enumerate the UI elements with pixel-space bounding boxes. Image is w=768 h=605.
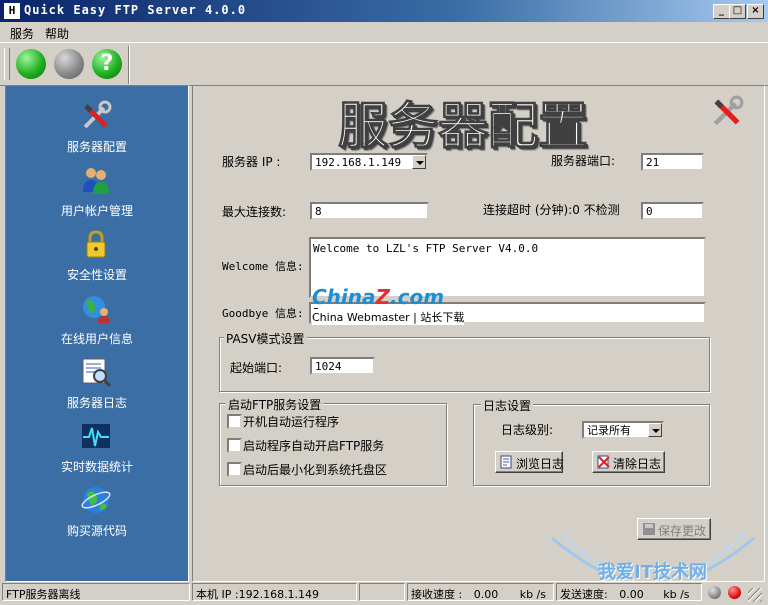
- tools-icon: [713, 95, 744, 126]
- startup-group-title: 启动FTP服务设置: [226, 396, 324, 413]
- start-port-label: 起始端口:: [230, 361, 283, 375]
- globe-users-icon: [83, 296, 110, 323]
- max-connections-label: 最大连接数:: [222, 205, 287, 219]
- sidebar: 服务器配置 用户帐户管理 安全性设置 在线用户信息 服务器日志 实时数据统计 购…: [5, 85, 189, 582]
- autorun-checkbox[interactable]: [227, 414, 242, 429]
- page-title: 服务器配置: [338, 96, 589, 156]
- lock-icon: [86, 230, 106, 258]
- sidebar-item-label: 安全性设置: [66, 268, 127, 282]
- receive-speed-unit: kb /s: [519, 588, 546, 601]
- chinaz-subtitle: China Webmaster | 站长下载: [312, 309, 465, 325]
- clear-log-icon: [597, 455, 610, 469]
- sidebar-item-label: 在线用户信息: [60, 332, 133, 346]
- tools-icon: [83, 100, 112, 129]
- sidebar-item-user-accounts[interactable]: 用户帐户管理: [6, 164, 188, 222]
- server-port-label: 服务器端口:: [551, 154, 616, 168]
- receive-speed-panel: 接收速度 : 0.00 kb /s: [407, 583, 554, 601]
- timeout-input[interactable]: 0: [641, 202, 704, 220]
- server-port-input[interactable]: 21: [641, 153, 704, 171]
- browse-log-button[interactable]: 浏览日志: [495, 451, 564, 473]
- log-search-icon: [82, 358, 112, 388]
- sidebar-item-buy-source[interactable]: 购买源代码: [6, 484, 188, 542]
- stop-server-button[interactable]: [54, 49, 84, 79]
- site-watermark: 我爱IT技术网: [598, 562, 707, 583]
- send-speed-label: 发送速度:: [560, 588, 608, 601]
- server-ip-combo[interactable]: 192.168.1.149: [310, 153, 428, 171]
- max-connections-input[interactable]: 8: [310, 202, 429, 220]
- sidebar-item-label: 购买源代码: [66, 524, 127, 538]
- chevron-down-icon[interactable]: [648, 423, 662, 437]
- send-speed-value: 0.00: [619, 588, 644, 601]
- log-group-title: 日志设置: [481, 397, 534, 414]
- server-ip-value: 192.168.1.149: [315, 156, 402, 169]
- receive-speed-value: 0.00: [473, 588, 499, 601]
- receive-speed-label: 接收速度 :: [411, 588, 463, 601]
- status-light-red-icon: [728, 586, 741, 599]
- status-bar: FTP服务器离线 本机 IP :192.168.1.149 接收速度 : 0.0…: [0, 582, 768, 605]
- app-icon: H: [4, 3, 20, 19]
- toolbar: ?: [0, 42, 768, 86]
- sidebar-item-server-log[interactable]: 服务器日志: [6, 356, 188, 414]
- log-level-select[interactable]: 记录所有: [582, 421, 664, 439]
- status-light-gray-icon: [708, 586, 721, 599]
- minimize-tray-checkbox[interactable]: [227, 462, 242, 477]
- log-view-icon: [500, 455, 512, 469]
- title-bar: H Quick Easy FTP Server 4.0.0 _ □ ×: [0, 0, 768, 22]
- pulse-icon: [82, 424, 110, 448]
- goodbye-label: Goodbye 信息:: [222, 307, 304, 320]
- start-server-button[interactable]: [16, 49, 46, 79]
- users-icon: [83, 168, 109, 194]
- log-level-label: 日志级别:: [501, 423, 554, 437]
- minimize-button[interactable]: _: [713, 4, 730, 19]
- sidebar-item-label: 用户帐户管理: [60, 204, 133, 218]
- send-speed-unit: kb /s: [663, 588, 690, 601]
- sidebar-item-online-users[interactable]: 在线用户信息: [6, 292, 188, 350]
- sidebar-item-realtime-stats[interactable]: 实时数据统计: [6, 420, 188, 478]
- close-button[interactable]: ×: [747, 4, 764, 19]
- timeout-label: 连接超时 (分钟):0 不检测: [483, 203, 620, 217]
- log-group: [473, 404, 710, 486]
- send-speed-panel: 发送速度: 0.00 kb /s: [556, 583, 702, 601]
- welcome-label: Welcome 信息:: [222, 260, 304, 273]
- sidebar-item-server-config[interactable]: 服务器配置: [6, 100, 188, 158]
- start-port-input[interactable]: 1024: [310, 357, 375, 375]
- menu-help[interactable]: 帮助: [45, 25, 69, 42]
- menu-bar: 服务 帮助: [0, 22, 768, 42]
- auto-start-ftp-label: 启动程序自动开启FTP服务: [243, 439, 385, 453]
- resize-grip[interactable]: [748, 588, 762, 602]
- help-button[interactable]: ?: [92, 49, 122, 79]
- toolbar-grip[interactable]: [4, 48, 10, 80]
- toolbar-separator: [128, 46, 130, 84]
- sidebar-item-security[interactable]: 安全性设置: [6, 228, 188, 286]
- log-level-value: 记录所有: [587, 424, 631, 437]
- auto-start-ftp-checkbox[interactable]: [227, 438, 242, 453]
- pasv-group-title: PASV模式设置: [224, 330, 307, 347]
- sidebar-item-label: 实时数据统计: [60, 460, 133, 474]
- autorun-label: 开机自动运行程序: [243, 415, 340, 429]
- sidebar-item-label: 服务器日志: [66, 396, 127, 410]
- server-status-text: FTP服务器离线: [2, 583, 190, 601]
- status-empty-panel: [359, 583, 405, 601]
- local-ip-text: 本机 IP :192.168.1.149: [192, 583, 357, 601]
- menu-service[interactable]: 服务: [10, 25, 34, 42]
- globe-icon: [81, 487, 111, 513]
- sidebar-item-label: 服务器配置: [66, 140, 127, 154]
- clear-log-button[interactable]: 清除日志: [592, 451, 665, 473]
- maximize-button[interactable]: □: [729, 4, 746, 19]
- minimize-tray-label: 启动后最小化到系统托盘区: [243, 463, 388, 477]
- chinaz-watermark: ChinaZ.com: [312, 285, 445, 309]
- help-icon: ?: [100, 51, 114, 76]
- chevron-down-icon[interactable]: [412, 155, 426, 169]
- window-title: Quick Easy FTP Server 4.0.0: [24, 3, 247, 17]
- server-ip-label: 服务器 IP :: [222, 155, 281, 169]
